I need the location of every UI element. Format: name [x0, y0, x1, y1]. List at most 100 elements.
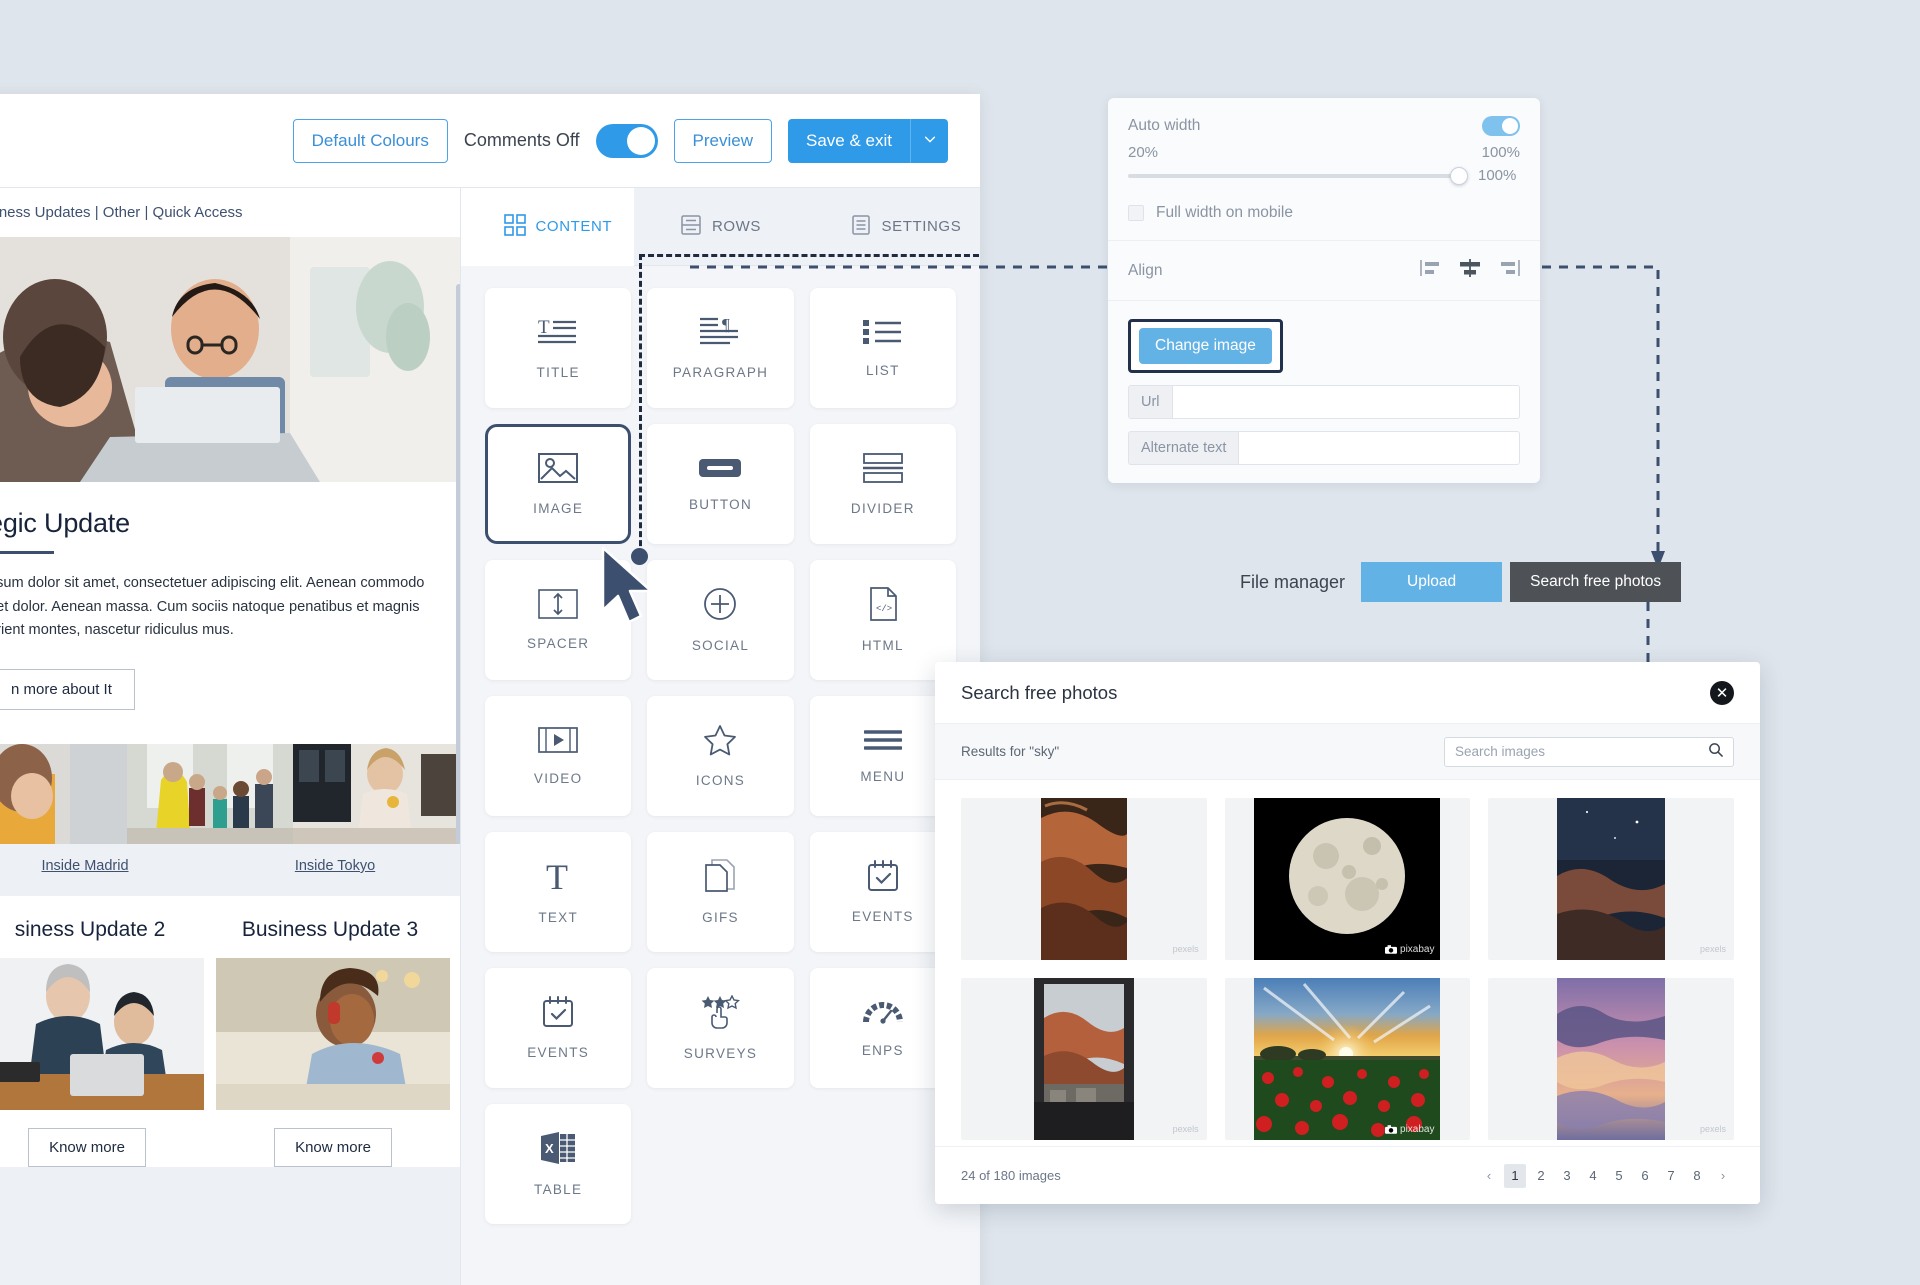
mouse-cursor	[599, 546, 661, 633]
slider-knob[interactable]	[1450, 166, 1468, 185]
breadcrumb[interactable]: siness Updates | Other | Quick Access	[0, 188, 460, 237]
photo-result-6[interactable]: pexels	[1488, 978, 1734, 1140]
auto-width-toggle[interactable]	[1482, 116, 1520, 136]
photo-result-5[interactable]: pixabay	[1224, 978, 1471, 1140]
page-7[interactable]: 7	[1660, 1164, 1682, 1188]
svg-text:X: X	[545, 1141, 554, 1156]
gallery-captions: Inside Madrid Inside Tokyo	[0, 843, 460, 896]
chevron-right-icon[interactable]: ›	[1712, 1164, 1734, 1188]
block-list[interactable]: LIST	[809, 288, 956, 408]
block-title[interactable]: T TITLE	[485, 288, 632, 408]
block-table[interactable]: X TABLE	[485, 1104, 632, 1224]
auto-width-row: Auto width	[1128, 116, 1520, 136]
block-gifs[interactable]: GIFS	[647, 832, 794, 952]
file-manager-label: File manager	[1240, 571, 1346, 592]
save-exit-dropdown-button[interactable]	[910, 118, 948, 163]
chevron-left-icon[interactable]: ‹	[1478, 1164, 1500, 1188]
update-image-2[interactable]	[0, 957, 204, 1110]
know-more-button-2[interactable]: Know more	[28, 1127, 146, 1167]
caption-inside-tokyo[interactable]: Inside Tokyo	[210, 858, 460, 874]
upload-button[interactable]: Upload	[1361, 562, 1503, 602]
block-menu-label: MENU	[860, 769, 906, 784]
body-paragraph: psum dolor sit amet, consectetuer adipis…	[0, 575, 425, 639]
photo-result-1[interactable]: pexels	[961, 798, 1207, 960]
align-left-icon[interactable]	[1420, 259, 1442, 282]
save-exit-group: Save & exit	[788, 118, 948, 163]
know-more-button-3[interactable]: Know more	[274, 1127, 392, 1167]
photo-result-2[interactable]: pixabay	[1224, 798, 1471, 960]
search-input[interactable]	[1455, 744, 1700, 759]
preview-button[interactable]: Preview	[673, 118, 772, 163]
grid-icon	[503, 213, 526, 240]
poppy-field-sunset	[1254, 978, 1441, 1140]
photo-thumb	[1557, 798, 1666, 960]
range-min-label: 20%	[1128, 144, 1159, 161]
block-video[interactable]: VIDEO	[485, 696, 632, 816]
block-events-2[interactable]: EVENTS	[485, 968, 632, 1088]
page-1[interactable]: 1	[1504, 1163, 1526, 1188]
block-social[interactable]: SOCIAL	[647, 560, 794, 680]
gallery-row	[0, 743, 460, 844]
gauge-icon	[862, 998, 903, 1031]
block-text[interactable]: T TEXT	[485, 832, 632, 952]
page-6[interactable]: 6	[1634, 1164, 1656, 1188]
caption-inside-madrid[interactable]: Inside Madrid	[0, 858, 210, 874]
comments-toggle-label: Comments Off	[463, 130, 580, 150]
photo-result-3[interactable]: pexels	[1488, 798, 1734, 960]
block-image[interactable]: IMAGE	[485, 424, 632, 544]
block-gifs-label: GIFS	[702, 910, 739, 925]
block-paragraph[interactable]: ¶ PARAGRAPH	[647, 288, 794, 408]
gallery-image-2[interactable]	[126, 743, 294, 844]
tab-rows-label: ROWS	[711, 217, 762, 235]
block-surveys[interactable]: SURVEYS	[647, 968, 794, 1088]
default-colours-button[interactable]: Default Colours	[292, 118, 448, 163]
save-exit-button[interactable]: Save & exit	[788, 118, 910, 163]
page-2[interactable]: 2	[1530, 1164, 1552, 1188]
align-options	[1420, 259, 1520, 282]
video-icon	[538, 726, 579, 759]
alternate-text-label: Alternate text	[1128, 431, 1239, 465]
width-slider-row: 100%	[1128, 166, 1520, 185]
business-updates-section: siness Update 2 Business Update 3 Know m…	[0, 895, 460, 1167]
paragraph-icon: ¶	[700, 315, 740, 353]
calendar-check-icon	[542, 996, 574, 1033]
svg-text:</>: </>	[876, 604, 892, 614]
page-8[interactable]: 8	[1686, 1164, 1708, 1188]
full-width-mobile-label: Full width on mobile	[1156, 204, 1293, 221]
svg-text:¶: ¶	[722, 316, 730, 334]
block-icons[interactable]: ICONS	[647, 696, 794, 816]
learn-more-button[interactable]: n more about It	[0, 668, 135, 710]
newsletter-body: egic Update psum dolor sit amet, consect…	[0, 482, 460, 744]
url-input[interactable]	[1171, 385, 1520, 419]
close-icon[interactable]: ✕	[1710, 680, 1734, 705]
change-image-button[interactable]: Change image	[1139, 328, 1272, 364]
update-image-3[interactable]	[216, 957, 450, 1110]
connector-settings-to-filemanager	[1542, 265, 1665, 569]
align-right-icon[interactable]	[1498, 259, 1520, 282]
alternate-text-input[interactable]	[1238, 431, 1520, 465]
tab-content[interactable]: CONTENT	[461, 188, 634, 266]
toggle-knob	[1502, 118, 1518, 134]
width-slider[interactable]	[1128, 166, 1468, 185]
comments-toggle[interactable]	[595, 123, 658, 158]
block-html[interactable]: </> HTML	[809, 560, 956, 680]
full-width-mobile-checkbox[interactable]	[1128, 205, 1144, 221]
dark-sky-clouds	[1557, 798, 1666, 960]
hero-illustration	[0, 237, 460, 482]
page-3[interactable]: 3	[1556, 1164, 1578, 1188]
html-file-icon: </>	[868, 587, 898, 626]
search-free-photos-button[interactable]: Search free photos	[1510, 562, 1682, 602]
block-button[interactable]: BUTTON	[647, 424, 794, 544]
search-icon[interactable]	[1708, 742, 1723, 762]
alt-field-row: Alternate text	[1128, 431, 1520, 465]
gallery-image-1[interactable]	[0, 743, 127, 844]
button-icon	[698, 456, 742, 485]
photo-result-4[interactable]: pexels	[961, 978, 1207, 1140]
page-4[interactable]: 4	[1582, 1164, 1604, 1188]
align-center-icon[interactable]	[1458, 259, 1482, 282]
block-divider[interactable]: DIVIDER	[809, 424, 956, 544]
search-images-box	[1444, 736, 1734, 767]
gallery-image-3[interactable]	[293, 743, 460, 844]
update-title-3: Business Update 3	[241, 917, 419, 941]
page-5[interactable]: 5	[1608, 1164, 1630, 1188]
